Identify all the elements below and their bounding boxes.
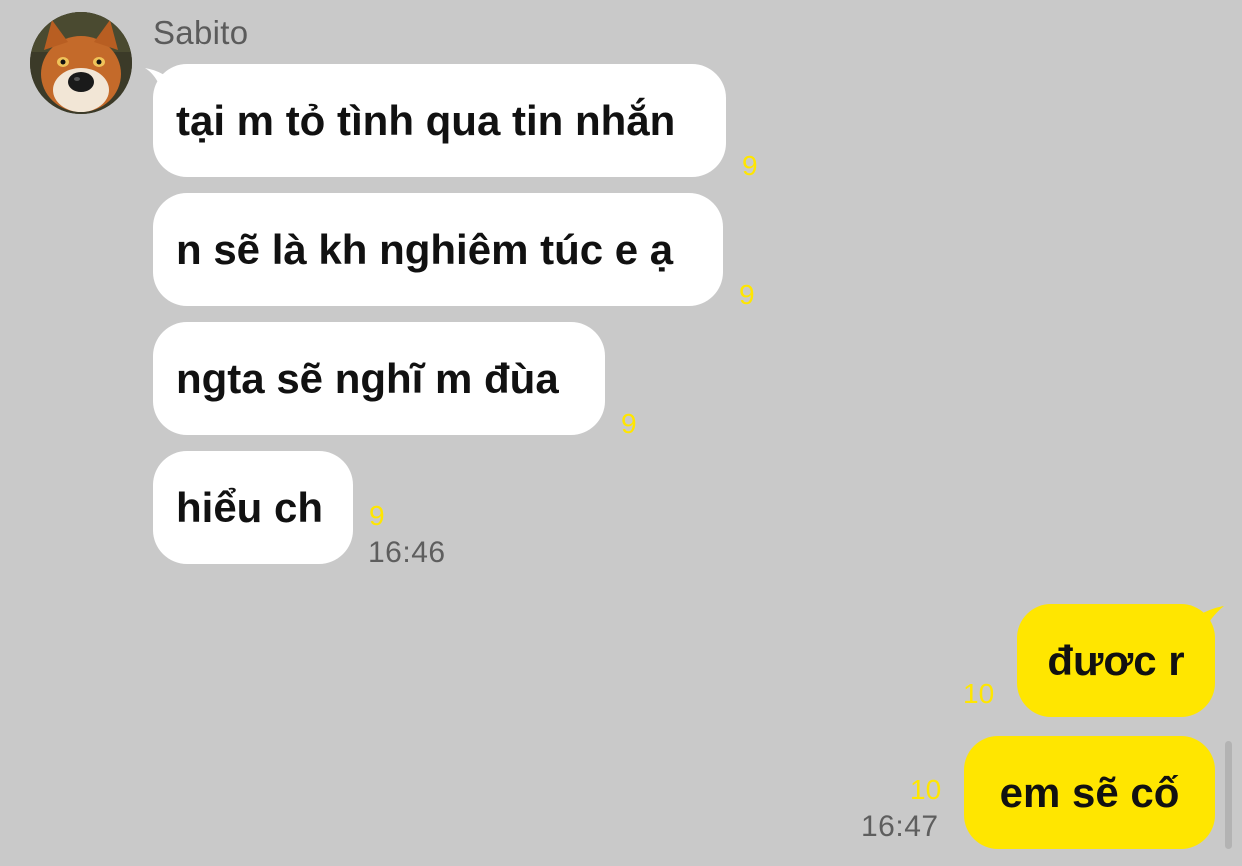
unread-count-1: 9	[742, 150, 758, 181]
fox-avatar-icon	[30, 12, 132, 114]
message-text: đươc r	[1047, 636, 1185, 684]
unread-count-6: 10	[910, 774, 942, 805]
message-text: ngta sẽ nghĩ m đùa	[176, 354, 559, 402]
message-text: tại m tỏ tình qua tin nhắn	[176, 96, 676, 144]
unread-count-5: 10	[963, 678, 995, 709]
unread-count-4: 9	[369, 500, 385, 531]
sender-name: Sabito	[153, 14, 249, 51]
incoming-message-3[interactable]: ngta sẽ nghĩ m đùa	[153, 322, 605, 435]
scrollbar[interactable]	[1225, 741, 1232, 849]
unread-count-2: 9	[739, 279, 755, 310]
outgoing-message-2[interactable]: em sẽ cố	[964, 736, 1215, 849]
incoming-message-4[interactable]: hiểu ch	[153, 451, 353, 564]
unread-count-3: 9	[621, 408, 637, 439]
sender-avatar[interactable]	[30, 12, 132, 114]
chat-screen: Sabito tại m tỏ tình qua tin nhắn 9 n sẽ…	[0, 0, 1242, 866]
message-text: em sẽ cố	[999, 768, 1180, 816]
outgoing-timestamp: 16:47	[861, 810, 939, 843]
incoming-message-2[interactable]: n sẽ là kh nghiêm túc e ạ	[153, 193, 723, 306]
message-text: hiểu ch	[176, 483, 324, 531]
outgoing-message-1[interactable]: đươc r	[1017, 604, 1215, 717]
incoming-timestamp: 16:46	[368, 536, 446, 569]
message-text: n sẽ là kh nghiêm túc e ạ	[176, 225, 674, 273]
incoming-message-1[interactable]: tại m tỏ tình qua tin nhắn	[153, 64, 726, 177]
